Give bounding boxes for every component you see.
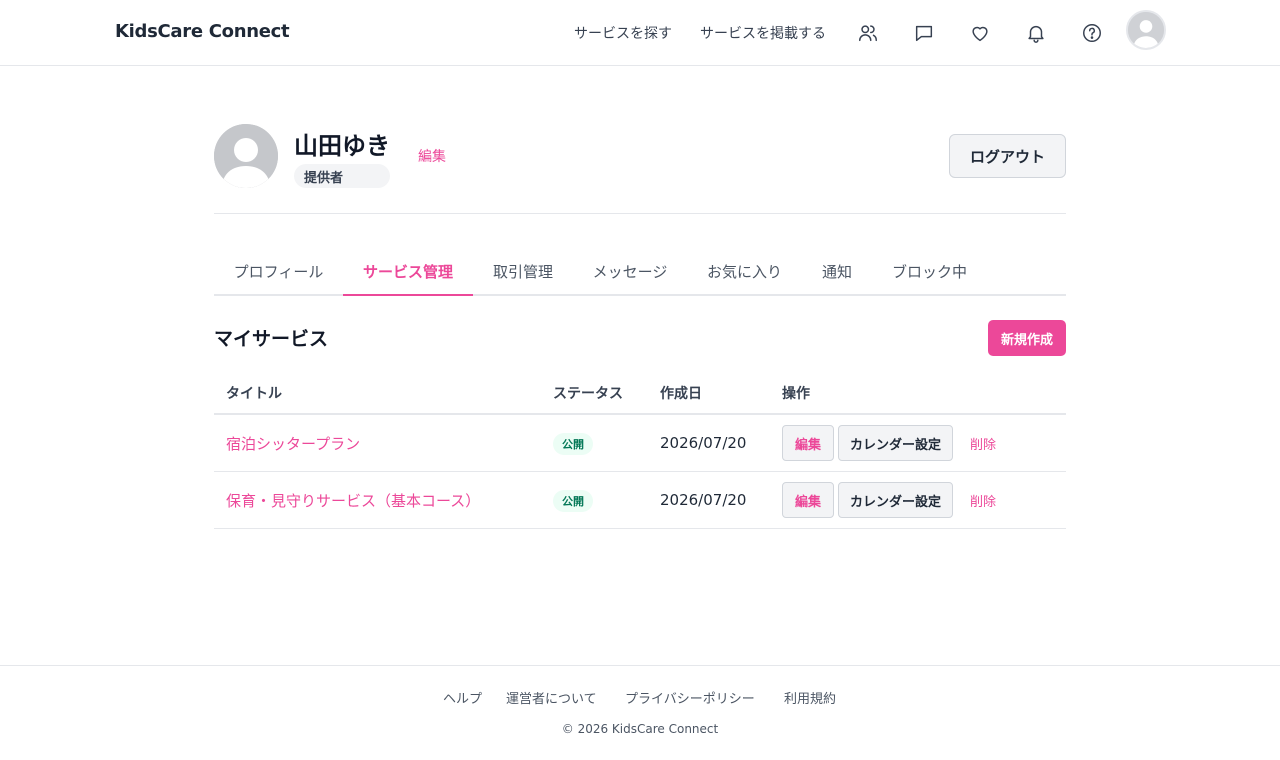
new-service-button[interactable]: 新規作成 — [988, 320, 1066, 356]
column-header-title: タイトル — [226, 386, 282, 402]
site-footer: ヘルプ 運営者について プライバシーポリシー 利用規約 © 2026 KidsC… — [0, 665, 1280, 760]
service-title-link[interactable]: 保育・見守りサービス（基本コース） — [226, 490, 480, 511]
footer-link-terms[interactable]: 利用規約 — [784, 688, 836, 707]
status-badge: 公開 — [553, 490, 593, 512]
footer-link-privacy[interactable]: プライバシーポリシー — [625, 688, 755, 707]
tab-messages[interactable]: メッセージ — [573, 246, 687, 296]
row-divider — [214, 471, 1066, 472]
column-header-actions: 操作 — [782, 386, 810, 402]
nav-find-services[interactable]: サービスを探す — [574, 23, 672, 43]
delete-service-link[interactable]: 削除 — [970, 434, 996, 453]
edit-service-button[interactable]: 編集 — [782, 425, 834, 461]
edit-profile-link[interactable]: 編集 — [418, 146, 446, 166]
tab-notifications[interactable]: 通知 — [802, 246, 872, 296]
created-date: 2026/07/20 — [660, 491, 747, 509]
message-icon[interactable] — [912, 21, 936, 45]
help-icon[interactable] — [1080, 21, 1104, 45]
role-badge: 提供者 — [294, 164, 390, 188]
tab-profile[interactable]: プロフィール — [214, 246, 343, 296]
site-header: KidsCare Connect サービスを探す サービスを掲載する — [0, 0, 1280, 66]
footer-link-about[interactable]: 運営者について — [506, 688, 597, 707]
divider — [214, 213, 1066, 214]
brand-logo[interactable]: KidsCare Connect — [115, 21, 290, 42]
users-icon[interactable] — [856, 21, 880, 45]
copyright: © 2026 KidsCare Connect — [561, 722, 719, 736]
heart-icon[interactable] — [968, 21, 992, 45]
table-header-divider — [214, 413, 1066, 415]
footer-link-help[interactable]: ヘルプ — [443, 688, 482, 707]
calendar-settings-button[interactable]: カレンダー設定 — [838, 482, 953, 518]
tab-favorites[interactable]: お気に入り — [687, 246, 802, 296]
tab-transactions[interactable]: 取引管理 — [473, 246, 573, 296]
nav-post-service[interactable]: サービスを掲載する — [700, 23, 826, 43]
delete-service-link[interactable]: 削除 — [970, 491, 996, 510]
column-header-date: 作成日 — [660, 386, 702, 402]
row-divider — [214, 528, 1066, 529]
logout-button[interactable]: ログアウト — [949, 134, 1066, 178]
calendar-settings-button[interactable]: カレンダー設定 — [838, 425, 953, 461]
user-avatar[interactable] — [1126, 10, 1166, 50]
bell-icon[interactable] — [1024, 21, 1048, 45]
profile-avatar — [214, 124, 278, 188]
edit-service-button[interactable]: 編集 — [782, 482, 834, 518]
created-date: 2026/07/20 — [660, 434, 747, 452]
tab-bar: プロフィール サービス管理 取引管理 メッセージ お気に入り 通知 ブロック中 — [214, 246, 1066, 296]
tab-blocked[interactable]: ブロック中 — [872, 246, 987, 296]
tab-service-management[interactable]: サービス管理 — [343, 246, 473, 296]
status-badge: 公開 — [553, 433, 593, 455]
section-title: マイサービス — [214, 328, 329, 350]
column-header-status: ステータス — [553, 386, 623, 402]
profile-name: 山田ゆき — [294, 132, 390, 160]
service-title-link[interactable]: 宿泊シッタープラン — [226, 433, 360, 454]
